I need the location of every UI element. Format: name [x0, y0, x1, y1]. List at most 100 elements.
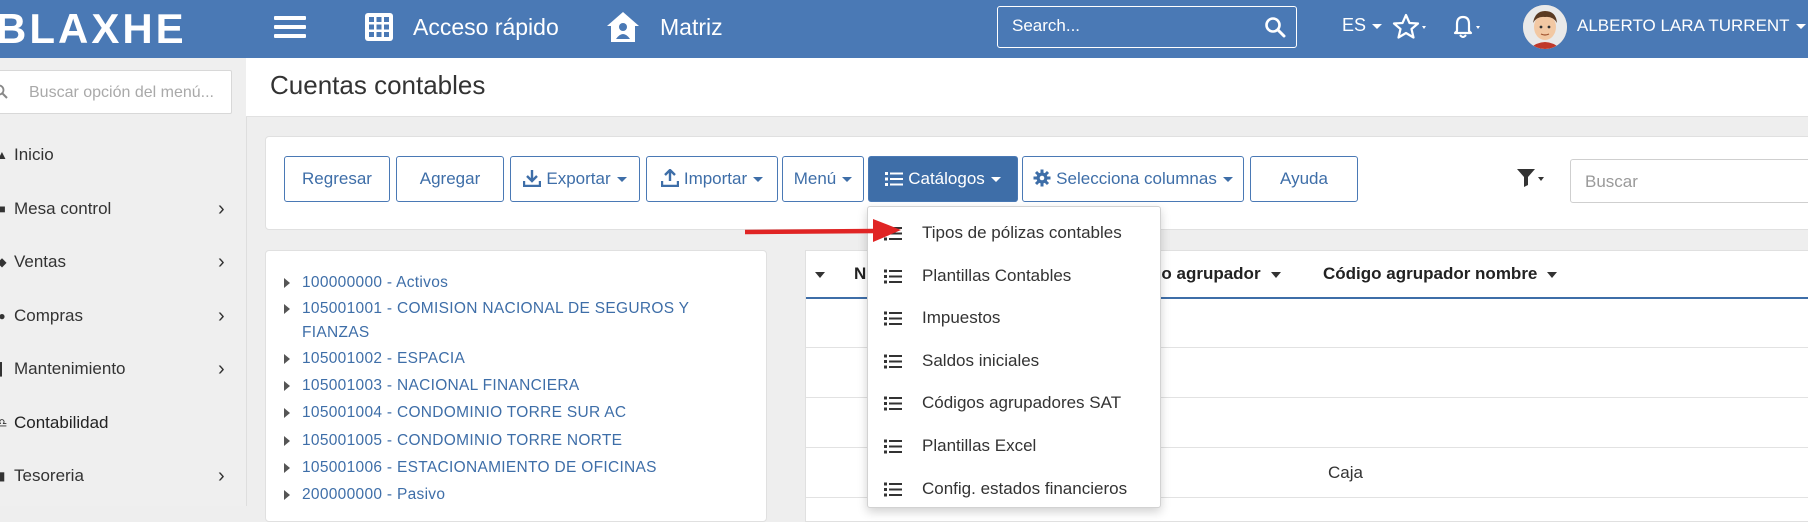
- tree-node-label[interactable]: 105001001 - COMISION NACIONAL DE SEGUROS…: [302, 297, 722, 345]
- tag-icon: ◆: [0, 255, 7, 269]
- list-icon: [884, 354, 902, 369]
- menu-item-label: Tipos de pólizas contables: [922, 223, 1122, 242]
- sidebar-item-inicio[interactable]: ▲ Inicio: [0, 135, 240, 175]
- sidebar-item-compras[interactable]: ● Compras ›: [0, 296, 240, 336]
- sidebar-item-tesoreria[interactable]: ▮ Tesoreria ›: [0, 456, 240, 496]
- expand-icon[interactable]: [284, 490, 290, 500]
- sidebar-item-label: Ventas: [14, 252, 66, 271]
- menu-item-label: Códigos agrupadores SAT: [922, 393, 1122, 412]
- expand-icon[interactable]: [284, 278, 290, 288]
- menu-button[interactable]: Menú: [782, 156, 864, 202]
- search-placeholder: Search...: [1012, 16, 1081, 35]
- home-icon[interactable]: [605, 10, 641, 44]
- sidebar-item-mantenimiento[interactable]: ▌ Mantenimiento ›: [0, 349, 240, 389]
- menu-item-excel-templates[interactable]: Plantillas Excel: [868, 426, 1160, 468]
- annotation-arrow-icon: [744, 219, 901, 242]
- user-menu[interactable]: ALBERTO LARA TURRENT: [1577, 16, 1806, 36]
- chevron-right-icon: ›: [218, 465, 225, 487]
- catalogs-button[interactable]: Catálogos: [868, 156, 1018, 202]
- star-icon[interactable]: [1392, 12, 1432, 42]
- menu-item-label: Saldos iniciales: [922, 351, 1040, 370]
- sidebar-item-label: Mesa control: [14, 199, 112, 218]
- list-icon: [884, 396, 902, 411]
- menu-toggle-icon[interactable]: [274, 12, 306, 44]
- tree-node-label[interactable]: 100000000 - Activos: [302, 271, 722, 295]
- tree-node-label[interactable]: 105001005 - CONDOMINIO TORRE NORTE: [302, 429, 722, 453]
- import-button[interactable]: Importar: [646, 156, 778, 202]
- menu-item-label: Config. estados financieros: [922, 479, 1128, 498]
- help-button[interactable]: Ayuda: [1250, 156, 1358, 202]
- avatar[interactable]: [1523, 5, 1567, 49]
- column-header-grouping-code[interactable]: go agrupador: [1151, 263, 1281, 285]
- table-cell: Caja: [1328, 463, 1363, 482]
- sidebar-item-label: Contabilidad: [14, 413, 109, 432]
- list-icon: [885, 172, 904, 186]
- global-search-input[interactable]: Search...: [997, 6, 1297, 48]
- tree-node-label[interactable]: 105001006 - ESTACIONAMIENTO DE OFICINAS: [302, 456, 722, 480]
- export-label: Exportar: [546, 169, 611, 188]
- export-button[interactable]: Exportar: [510, 156, 640, 202]
- home-icon: ▲: [0, 148, 8, 162]
- table-search-input[interactable]: Buscar: [1570, 159, 1808, 203]
- column-header-grouping-name[interactable]: Código agrupador nombre: [1323, 263, 1558, 285]
- column-header-label: Código agrupador nombre: [1323, 264, 1538, 283]
- sidebar: Buscar opción del menú... ▲ Inicio ■ Mes…: [0, 58, 247, 506]
- app-logo[interactable]: BLAXHE: [0, 4, 187, 54]
- sidebar-item-label: Compras: [14, 306, 83, 325]
- back-button[interactable]: Regresar: [284, 156, 390, 202]
- expand-icon[interactable]: [284, 463, 290, 473]
- tree-node-label[interactable]: 105001004 - CONDOMINIO TORRE SUR AC: [302, 401, 722, 425]
- bell-icon[interactable]: [1449, 12, 1489, 42]
- branch-link[interactable]: Matriz: [660, 12, 723, 42]
- language-selector[interactable]: ES: [1342, 15, 1383, 36]
- menu-item-opening-balances[interactable]: Saldos iniciales: [868, 341, 1160, 383]
- list-icon: [884, 311, 902, 326]
- tree-node-label[interactable]: 105001002 - ESPACIA: [302, 347, 722, 371]
- sidebar-item-ventas[interactable]: ◆ Ventas ›: [0, 242, 240, 282]
- select-columns-label: Selecciona columnas: [1056, 169, 1217, 188]
- select-column-header[interactable]: [813, 263, 825, 285]
- menu-search-placeholder: Buscar opción del menú...: [29, 84, 214, 101]
- chevron-right-icon: ›: [218, 358, 225, 380]
- list-icon: [884, 482, 902, 497]
- menu-item-taxes[interactable]: Impuestos: [868, 298, 1160, 340]
- menu-search-input[interactable]: Buscar opción del menú...: [0, 70, 232, 114]
- list-icon: [884, 269, 902, 284]
- expand-icon[interactable]: [284, 436, 290, 446]
- search-icon[interactable]: [1264, 16, 1286, 38]
- page-title: Cuentas contables: [270, 70, 486, 100]
- chevron-right-icon: ›: [218, 305, 225, 327]
- column-header-number[interactable]: N: [854, 263, 866, 285]
- sidebar-item-label: Tesoreria: [14, 466, 84, 485]
- tree-node-label[interactable]: 105001003 - NACIONAL FINANCIERA: [302, 374, 722, 398]
- chevron-right-icon: ›: [218, 251, 225, 273]
- download-icon: [523, 170, 542, 188]
- list-icon: [884, 439, 902, 454]
- expand-icon[interactable]: [284, 408, 290, 418]
- menu-item-accounting-templates[interactable]: Plantillas Contables: [868, 256, 1160, 298]
- menu-item-sat-grouping-codes[interactable]: Códigos agrupadores SAT: [868, 383, 1160, 425]
- gear-icon: [1033, 169, 1051, 187]
- tree-node-label[interactable]: 200000000 - Pasivo: [302, 483, 722, 507]
- menu-label: Menú: [793, 169, 837, 188]
- search-icon: [0, 84, 8, 99]
- sidebar-item-label: Inicio: [14, 145, 54, 164]
- menu-item-financial-statements-config[interactable]: Config. estados financieros: [868, 469, 1160, 511]
- sidebar-item-contabilidad[interactable]: ♎ Contabilidad: [0, 403, 240, 443]
- add-button[interactable]: Agregar: [396, 156, 504, 202]
- column-header-label: go agrupador: [1151, 264, 1261, 283]
- money-icon: ▮: [0, 469, 6, 483]
- quick-access-link[interactable]: Acceso rápido: [413, 12, 559, 42]
- select-columns-button[interactable]: Selecciona columnas: [1022, 156, 1244, 202]
- wrench-icon: ▌: [0, 362, 7, 376]
- sidebar-item-mesa-control[interactable]: ■ Mesa control ›: [0, 189, 240, 229]
- filter-icon[interactable]: [1516, 168, 1546, 188]
- import-label: Importar: [683, 169, 748, 188]
- grid-icon[interactable]: [364, 12, 394, 42]
- menu-item-label: Plantillas Contables: [922, 266, 1072, 285]
- expand-icon[interactable]: [284, 304, 290, 314]
- expand-icon[interactable]: [284, 381, 290, 391]
- expand-icon[interactable]: [284, 354, 290, 364]
- scale-icon: ♎: [0, 416, 8, 430]
- menu-item-policy-types[interactable]: Tipos de pólizas contables: [868, 213, 1160, 255]
